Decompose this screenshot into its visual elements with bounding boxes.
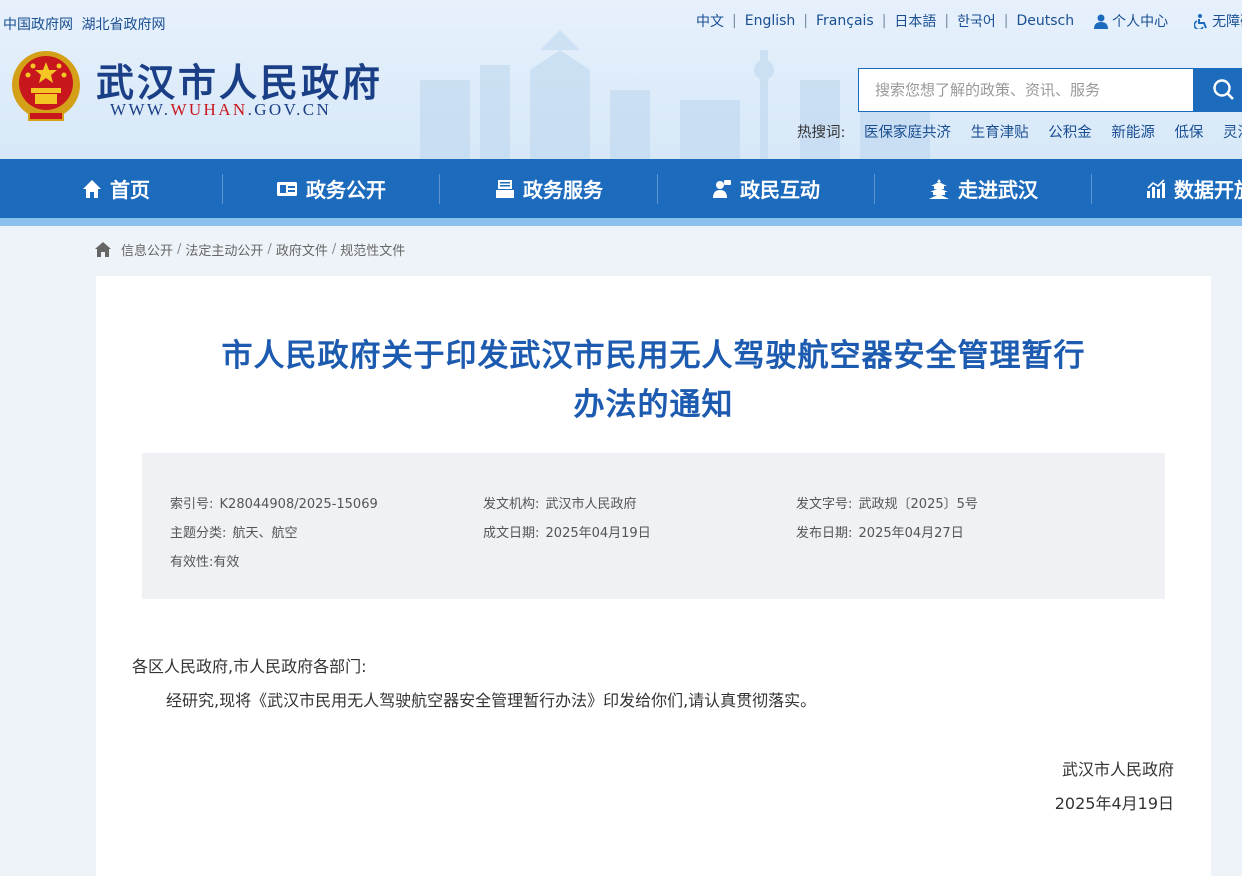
breadcrumb-item[interactable]: 信息公开	[121, 240, 173, 259]
meta-value: 航天、航空	[232, 526, 298, 541]
search-box	[858, 68, 1194, 112]
article-title-line: 市人民政府关于印发武汉市民用无人驾驶航空器安全管理暂行	[221, 338, 1086, 374]
hot-word[interactable]: 新能源	[1111, 125, 1155, 141]
personal-center-label: 个人中心	[1112, 14, 1169, 30]
meta-written-date: 成文日期: 2025年04月19日	[483, 522, 651, 541]
nav-home-label: 首页	[110, 178, 150, 202]
lang-fr[interactable]: Français	[816, 13, 874, 29]
meta-doc-no: 发文字号: 武政规〔2025〕5号	[796, 493, 978, 512]
nav-gov-services[interactable]: 政务服务	[495, 159, 603, 218]
body-paragraph: 经研究,现将《武汉市民用无人驾驶航空器安全管理暂行办法》印发给你们,请认真贯彻落…	[166, 691, 817, 710]
meta-label: 发文字号:	[796, 497, 853, 512]
hot-word[interactable]: 公积金	[1048, 125, 1092, 141]
national-emblem-icon	[12, 51, 80, 121]
hot-word[interactable]: 医保家庭共济	[864, 125, 951, 141]
hot-search-label: 热搜词:	[797, 125, 846, 141]
article-title-line: 办法的通知	[573, 387, 734, 423]
hot-word[interactable]: 生育津贴	[971, 125, 1029, 141]
top-links: 中国政府网 湖北省政府网	[3, 14, 169, 34]
site-url-brand: WUHAN	[170, 100, 248, 119]
meta-label: 成文日期:	[483, 526, 540, 541]
user-icon	[1094, 14, 1109, 29]
meta-value: 武政规〔2025〕5号	[858, 497, 978, 512]
nav-divider	[439, 174, 440, 204]
meta-index-no: 索引号: K28044908/2025-15069	[170, 493, 378, 512]
nav-gov-services-label: 政务服务	[523, 178, 603, 202]
meta-issuer: 发文机构: 武汉市人民政府	[483, 493, 637, 512]
nav-divider	[222, 174, 223, 204]
meta-value: 武汉市人民政府	[545, 497, 637, 512]
nav-home[interactable]: 首页	[82, 159, 150, 218]
nav-about-wuhan[interactable]: 走进武汉	[928, 159, 1038, 218]
meta-validity: 有效性:有效	[170, 551, 239, 570]
nav-divider	[874, 174, 875, 204]
site-url-prefix: WWW.	[110, 100, 171, 119]
meta-value: 2025年04月19日	[545, 526, 651, 541]
lang-ja[interactable]: 日本語	[894, 11, 936, 31]
document-metadata: 索引号: K28044908/2025-15069 发文机构: 武汉市人民政府 …	[142, 453, 1165, 599]
search-button[interactable]	[1194, 68, 1242, 112]
nav-open-data[interactable]: 数据开放	[1146, 159, 1242, 218]
nav-about-wuhan-label: 走进武汉	[958, 178, 1038, 202]
site-url-suffix: .GOV.CN	[247, 100, 332, 119]
site-url: WWW.WUHAN.GOV.CN	[110, 100, 331, 120]
breadcrumb-item[interactable]: 政府文件	[276, 240, 328, 259]
id-card-icon	[277, 181, 297, 196]
people-chat-icon	[713, 179, 731, 198]
accessibility-link[interactable]: 无障碍	[1194, 11, 1242, 31]
nav-gov-affairs[interactable]: 政务公开	[276, 159, 386, 218]
link-central-gov[interactable]: 中国政府网	[3, 17, 73, 33]
breadcrumb-item[interactable]: 法定主动公开	[185, 240, 263, 259]
meta-value: 2025年04月27日	[858, 526, 964, 541]
hot-word[interactable]: 灵活就业	[1223, 125, 1242, 141]
link-hubei-gov[interactable]: 湖北省政府网	[81, 17, 165, 33]
nav-divider	[657, 174, 658, 204]
meta-label: 有效性:	[170, 555, 214, 570]
nav-divider	[1091, 174, 1092, 204]
meta-label: 主题分类:	[170, 526, 227, 541]
pagoda-icon	[929, 178, 949, 199]
nav-interaction[interactable]: 政民互动	[712, 159, 820, 218]
breadcrumb: 信息公开 / 法定主动公开 / 政府文件 / 规范性文件	[95, 240, 405, 259]
meta-label: 索引号:	[170, 497, 214, 512]
nav-interaction-label: 政民互动	[740, 178, 820, 202]
article-panel: 市人民政府关于印发武汉市民用无人驾驶航空器安全管理暂行 办法的通知 索引号: K…	[96, 276, 1211, 876]
nav-open-data-label: 数据开放	[1174, 178, 1242, 202]
site-name[interactable]: 武汉市人民政府	[96, 52, 383, 107]
salutation: 各区人民政府,市人民政府各部门:	[132, 657, 367, 676]
bar-chart-icon	[1147, 178, 1165, 198]
accessibility-label: 无障碍	[1212, 14, 1242, 30]
lang-ko[interactable]: 한국어	[957, 11, 996, 31]
hot-word[interactable]: 低保	[1174, 125, 1203, 141]
meta-category: 主题分类: 航天、航空	[170, 522, 298, 541]
signature-org: 武汉市人民政府	[1061, 760, 1174, 779]
nav-gov-affairs-label: 政务公开	[306, 178, 386, 202]
hot-search: 热搜词: 医保家庭共济 生育津贴 公积金 新能源 低保 灵活就业	[797, 121, 1242, 142]
lang-en[interactable]: English	[745, 13, 796, 29]
main-nav: 首页 政务公开 政务服务 政民互动 走进武汉 数据开放	[0, 159, 1242, 218]
meta-value: 有效	[213, 555, 240, 570]
home-icon	[83, 179, 101, 198]
meta-label: 发文机构:	[483, 497, 540, 512]
meta-label: 发布日期:	[796, 526, 853, 541]
site-header: 中国政府网 湖北省政府网 中文 | English | Français | 日本語 |…	[0, 0, 1242, 159]
meta-publish-date: 发布日期: 2025年04月27日	[796, 522, 964, 541]
meta-value: K28044908/2025-15069	[219, 497, 378, 512]
printer-icon	[496, 179, 514, 198]
lang-de[interactable]: Deutsch	[1017, 13, 1075, 29]
article-title: 市人民政府关于印发武汉市民用无人驾驶航空器安全管理暂行 办法的通知	[96, 332, 1211, 430]
nav-underline	[0, 218, 1242, 226]
home-icon[interactable]	[95, 242, 111, 257]
accessibility-icon	[1194, 13, 1208, 29]
breadcrumb-item[interactable]: 规范性文件	[340, 240, 405, 259]
search-icon	[1213, 79, 1234, 100]
language-bar: 中文 | English | Français | 日本語 | 한국어 | Deutsch…	[696, 11, 1242, 31]
search-input[interactable]	[859, 69, 1193, 111]
personal-center-link[interactable]: 个人中心	[1094, 11, 1168, 31]
lang-zh[interactable]: 中文	[696, 11, 724, 31]
signature-date: 2025年4月19日	[1054, 794, 1174, 813]
